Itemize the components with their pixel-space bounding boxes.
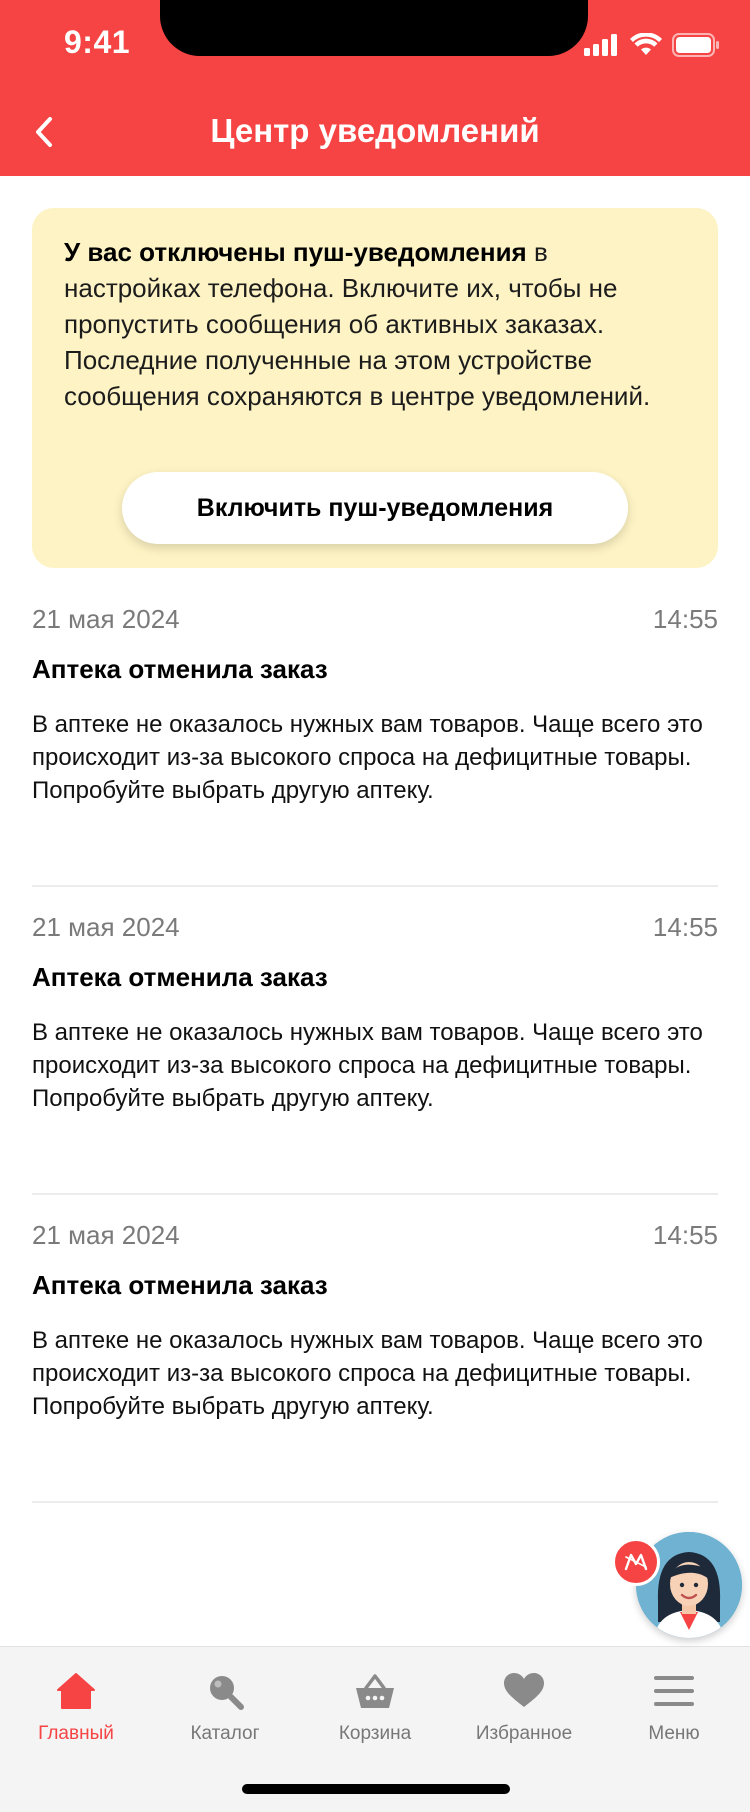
- cellular-signal-icon: [584, 34, 617, 56]
- enable-push-button[interactable]: Включить пуш-уведомления: [122, 472, 628, 544]
- heart-icon: [503, 1667, 545, 1715]
- home-icon: [56, 1667, 96, 1715]
- notification-item[interactable]: 21 мая 2024 14:55 Аптека отменила заказ …: [32, 604, 718, 887]
- notification-body: В аптеке не оказалось нужных вам товаров…: [32, 1019, 703, 1112]
- notification-time: 14:55: [652, 912, 718, 942]
- nav-label-cart: Корзина: [338, 1723, 412, 1744]
- nav-item-catalog[interactable]: Каталог: [150, 1667, 300, 1759]
- push-disabled-banner: У вас отключены пуш-уведомления в настро…: [32, 208, 718, 568]
- nav-label-menu: Меню: [648, 1723, 700, 1744]
- notification-item[interactable]: 21 мая 2024 14:55 Аптека отменила заказ …: [32, 1220, 718, 1503]
- battery-icon: [672, 33, 719, 57]
- notification-body: В аптеке не оказалось нужных вам товаров…: [32, 711, 703, 804]
- notification-date: 21 мая 2024: [32, 604, 180, 634]
- nav-label-favorites: Избранное: [475, 1723, 573, 1744]
- status-time: 9:41: [64, 24, 131, 60]
- page-title: Центр уведомлений: [210, 112, 540, 149]
- search-icon: [205, 1667, 245, 1715]
- notification-center-screen: 9:41 Центр уведомлений У вас отключены п…: [0, 0, 750, 1812]
- chat-badge[interactable]: [612, 1538, 660, 1586]
- app-header: 9:41 Центр уведомлений: [0, 0, 750, 176]
- device-notch: [160, 0, 588, 56]
- notification-date: 21 мая 2024: [32, 1220, 180, 1250]
- nav-item-home[interactable]: Главный: [1, 1667, 151, 1759]
- notification-date: 21 мая 2024: [32, 912, 180, 942]
- notification-title: Аптека отменила заказ: [32, 1270, 328, 1300]
- notification-time: 14:55: [652, 604, 718, 634]
- nav-label-catalog: Каталог: [190, 1723, 260, 1744]
- nav-label-home: Главный: [38, 1723, 114, 1744]
- banner-bold-text: У вас отключены пуш-уведомления: [64, 237, 527, 267]
- status-icons: [584, 30, 720, 60]
- notification-title: Аптека отменила заказ: [32, 962, 328, 992]
- wifi-icon: [630, 33, 662, 55]
- notification-item[interactable]: 21 мая 2024 14:55 Аптека отменила заказ …: [32, 912, 718, 1195]
- nav-item-cart[interactable]: Корзина: [300, 1667, 450, 1759]
- notification-title: Аптека отменила заказ: [32, 654, 328, 684]
- menu-icon: [653, 1667, 695, 1715]
- nav-item-favorites[interactable]: Избранное: [449, 1667, 599, 1759]
- notification-time: 14:55: [652, 1220, 718, 1250]
- banner-message: У вас отключены пуш-уведомления в настро…: [64, 234, 686, 414]
- nav-item-menu[interactable]: Меню: [599, 1667, 749, 1759]
- notification-body: В аптеке не оказалось нужных вам товаров…: [32, 1327, 703, 1420]
- home-indicator: [242, 1784, 510, 1794]
- basket-icon: [354, 1667, 396, 1715]
- brand-logo-icon: [624, 1553, 648, 1571]
